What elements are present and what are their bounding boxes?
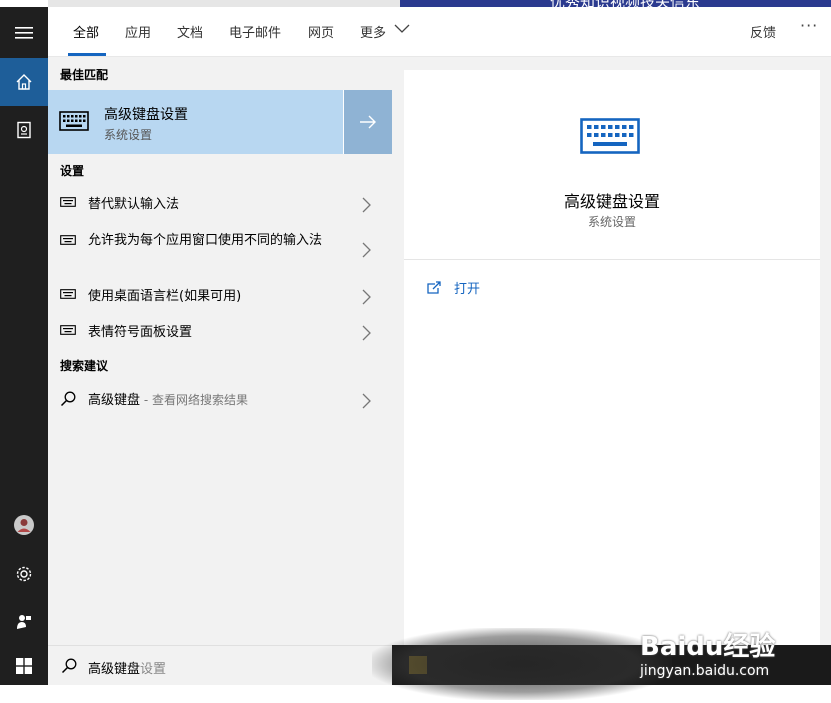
settings-heading: 设置 xyxy=(60,164,85,178)
arrow-right-icon xyxy=(360,115,376,129)
background-window-strip xyxy=(48,0,400,7)
list-item-label: 表情符号面板设置 xyxy=(88,325,193,340)
search-suggestions-heading: 搜索建议 xyxy=(60,359,109,373)
feedback-person-icon xyxy=(17,615,31,629)
chevron-right-icon xyxy=(362,393,371,409)
preview-panel: 高级键盘设置 系统设置 打开 xyxy=(404,70,820,645)
list-item-label: 使用桌面语言栏(如果可用) xyxy=(88,289,242,304)
list-item[interactable]: 表情符号面板设置 xyxy=(48,319,392,347)
open-action[interactable]: 打开 xyxy=(426,278,480,297)
suggestion-query: 高级键盘 xyxy=(88,393,141,408)
best-match-item[interactable]: 高级键盘设置 系统设置 xyxy=(48,90,392,154)
preview-subtitle: 系统设置 xyxy=(587,215,636,229)
search-icon xyxy=(60,391,76,407)
tab-email[interactable]: 电子邮件 xyxy=(229,22,281,41)
more-options-button[interactable]: ··· xyxy=(800,16,818,35)
chevron-right-icon xyxy=(362,325,371,341)
best-match-subtitle: 系统设置 xyxy=(104,128,153,142)
list-item[interactable]: 替代默认输入法 xyxy=(48,191,392,219)
start-button[interactable] xyxy=(0,642,48,690)
keyboard-icon xyxy=(60,325,76,335)
windows-logo-icon xyxy=(16,658,32,674)
tab-more[interactable]: 更多 xyxy=(360,22,386,41)
tab-apps[interactable]: 应用 xyxy=(125,22,151,41)
tab-web[interactable]: 网页 xyxy=(308,22,334,41)
best-match-heading: 最佳匹配 xyxy=(60,68,109,82)
keyboard-icon xyxy=(580,118,640,154)
keyboard-icon xyxy=(59,111,89,131)
chevron-down-icon[interactable] xyxy=(394,24,410,34)
preview-header: 高级键盘设置 系统设置 xyxy=(404,70,820,260)
list-item-label: 替代默认输入法 xyxy=(88,197,180,212)
chevron-right-icon xyxy=(362,289,371,305)
suggestion-text: 高级键盘 - 查看网络搜索结果 xyxy=(88,391,248,410)
notebook-button[interactable] xyxy=(0,106,48,154)
avatar-icon xyxy=(14,515,34,535)
gear-icon xyxy=(16,566,32,582)
list-item[interactable]: 使用桌面语言栏(如果可用) xyxy=(48,283,392,311)
left-rail xyxy=(0,7,48,685)
hamburger-menu-button[interactable] xyxy=(0,9,48,57)
search-window: { "background_window": { "partial_title"… xyxy=(0,0,831,703)
web-suggestion-item[interactable]: 高级键盘 - 查看网络搜索结果 xyxy=(48,387,392,415)
account-avatar-button[interactable] xyxy=(0,501,48,549)
watermark-logo: Baidu经验 xyxy=(640,632,776,662)
open-label: 打开 xyxy=(454,282,481,297)
list-item-label: 允许我为每个应用窗口使用不同的输入法 xyxy=(88,233,323,248)
search-autocomplete-text: 设置 xyxy=(140,662,167,677)
hamburger-icon xyxy=(15,27,33,39)
search-icon xyxy=(61,658,77,674)
preview-title: 高级键盘设置 xyxy=(563,192,660,211)
brush-smudge xyxy=(372,628,672,700)
background-window-titlebar: 优秀知识视频技关信东 xyxy=(400,0,831,11)
keyboard-icon xyxy=(60,197,76,207)
home-button[interactable] xyxy=(0,58,48,106)
settings-button[interactable] xyxy=(0,550,48,598)
results-panel: 最佳匹配 高级键盘设置 系统设置 设置 替代默认输入法 允许我为每个应用窗口使用… xyxy=(48,57,392,645)
feedback-link[interactable]: 反馈 xyxy=(750,22,776,41)
chevron-right-icon xyxy=(362,242,371,258)
best-match-title: 高级键盘设置 xyxy=(104,107,188,123)
tab-all[interactable]: 全部 xyxy=(73,22,99,41)
watermark-url: jingyan.baidu.com xyxy=(640,663,770,679)
keyboard-icon xyxy=(60,289,76,299)
suggestion-hint: - 查看网络搜索结果 xyxy=(140,393,248,407)
notebook-icon xyxy=(17,121,31,139)
open-external-icon xyxy=(427,280,441,294)
watermark: Baidu经验 jingyan.baidu.com xyxy=(640,626,775,679)
search-scope-tabs: 全部 应用 文档 电子邮件 网页 更多 反馈 ··· xyxy=(48,7,831,57)
active-tab-indicator xyxy=(68,53,106,56)
tab-documents[interactable]: 文档 xyxy=(177,22,203,41)
feedback-hub-button[interactable] xyxy=(0,598,48,646)
search-query-text: 高级键盘设置 xyxy=(88,658,166,677)
list-item[interactable]: 允许我为每个应用窗口使用不同的输入法 xyxy=(48,227,392,273)
search-input[interactable]: 高级键盘设置 xyxy=(48,645,392,685)
home-icon xyxy=(16,74,32,90)
keyboard-icon xyxy=(60,235,76,245)
open-best-match-button[interactable] xyxy=(343,90,392,154)
chevron-right-icon xyxy=(362,197,371,213)
search-typed-text: 高级键盘 xyxy=(88,662,141,677)
